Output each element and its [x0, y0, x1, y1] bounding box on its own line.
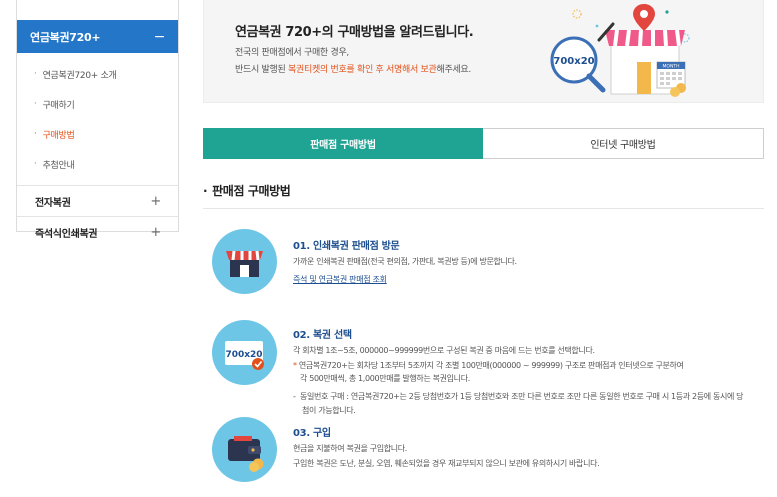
section-title-text: 판매점 구매방법 — [212, 184, 291, 198]
banner-description: 전국의 판매점에서 구매한 경우, — [235, 48, 349, 58]
sidebar-subitem-label: 연금복권720+ 소개 — [42, 70, 117, 81]
step-2-note-cont: 각 500만매씩, 총 1,000만매를 발행하는 복권입니다. — [300, 374, 470, 383]
bullet-icon: · — [34, 99, 37, 109]
step-2-note-text: 연금복권720+는 회차당 1조부터 5조까지 각 조별 100만매(00000… — [298, 361, 684, 370]
intro-banner: 연금복권 720+의 구매방법을 알려드립니다. 전국의 판매점에서 구매한 경… — [203, 0, 764, 103]
step-2-title: 02. 복권 선택 — [293, 330, 352, 341]
expand-icon[interactable]: + — [150, 194, 161, 209]
sidebar-submenu: · 연금복권720+ 소개 · 구매하기 · 구매방법 · 추첨안내 — [17, 53, 178, 185]
expand-icon[interactable]: + — [150, 225, 161, 240]
sidebar-subitem-purchase[interactable]: · 구매하기 — [17, 89, 178, 119]
bullet-icon: · — [34, 69, 37, 79]
store-icon — [212, 229, 277, 294]
step-2-same-number-cont: 첨이 가능합니다. — [302, 406, 356, 415]
step-2-text: 각 회차별 1조~5조, 000000~999999번으로 구성된 복권 중 마… — [293, 346, 595, 355]
tab-store-purchase[interactable]: 판매점 구매방법 — [203, 128, 483, 159]
banner-notice-post: 해주세요. — [436, 65, 471, 75]
step-2-same-number: - 동일번호 구매 : 연금복권720+는 2등 당첨번호가 1등 당첨번호와 … — [293, 391, 744, 402]
banner-notice-highlight: 복권티켓의 번호를 확인 후 서명해서 보관 — [288, 65, 437, 75]
sidebar-item-label: 연금복권720+ — [30, 30, 101, 44]
wallet-icon — [212, 417, 277, 482]
sidebar-subitem-label: 구매하기 — [42, 100, 75, 111]
bullet-icon: · — [34, 159, 37, 169]
banner-notice: 반드시 발행된 복권티켓의 번호를 확인 후 서명해서 보관해주세요. — [235, 62, 471, 75]
sidebar-item-pension-lottery[interactable]: 연금복권720+ − — [17, 20, 178, 53]
banner-notice-pre: 반드시 발행된 — [235, 65, 289, 75]
purchase-tabs: 판매점 구매방법 인터넷 구매방법 — [203, 128, 764, 159]
bullet-icon: · — [34, 129, 37, 139]
step-3-title: 03. 구입 — [293, 428, 331, 439]
sidebar-subitem-intro[interactable]: · 연금복권720+ 소개 — [17, 59, 178, 89]
sidebar-item-instant-lottery[interactable]: 즉석식인쇄복권 + — [17, 216, 178, 247]
sidebar-item-label: 즉석식인쇄복권 — [35, 228, 98, 240]
step-2-note: * 연금복권720+는 회차당 1조부터 5조까지 각 조별 100만매(000… — [293, 360, 684, 371]
dash-mark: - — [293, 392, 296, 401]
note-mark: * — [293, 361, 297, 370]
section-title: · 판매점 구매방법 — [203, 182, 291, 199]
sidebar-subitem-label: 추첨안내 — [42, 160, 75, 171]
sidebar-subitem-label: 구매방법 — [42, 130, 75, 141]
sidebar-item-label: 전자복권 — [35, 197, 71, 209]
step-3-notice: 구입한 복권은 도난, 분실, 오염, 훼손되었을 경우 재교부되지 않으니 보… — [293, 459, 600, 468]
sidebar-top-spacer — [17, 0, 178, 20]
section-divider — [203, 208, 764, 209]
step-1-text: 가까운 인쇄복권 판매점(전국 편의점, 가판대, 복권방 등)에 방문합니다. — [293, 257, 517, 266]
sidebar-item-electronic-lottery[interactable]: 전자복권 + — [17, 185, 178, 216]
collapse-icon[interactable]: − — [154, 29, 166, 45]
sidebar-nav: 연금복권720+ − · 연금복권720+ 소개 · 구매하기 · 구매방법 · 추첨안… — [16, 0, 179, 240]
svg-text:MONTH: MONTH — [663, 64, 680, 70]
ticket-select-icon: 700x20 — [212, 320, 277, 385]
banner-title: 연금복권 720+의 구매방법을 알려드립니다. — [235, 25, 474, 40]
tab-internet-purchase[interactable]: 인터넷 구매방법 — [483, 128, 764, 159]
step-1-title: 01. 인쇄복권 판매점 방문 — [293, 241, 400, 252]
step-3-text: 현금을 지불하여 복권을 구입합니다. — [293, 444, 407, 453]
bullet-icon: · — [203, 184, 208, 198]
store-search-link[interactable]: 즉석 및 연금복권 판매점 조회 — [293, 274, 387, 285]
sidebar-subitem-how-to-buy[interactable]: · 구매방법 — [17, 119, 178, 149]
svg-text:700x20: 700x20 — [553, 56, 594, 67]
step-2-same-number-text: 동일번호 구매 : 연금복권720+는 2등 당첨번호가 1등 당첨번호와 조만… — [299, 392, 744, 401]
sidebar-subitem-draw-info[interactable]: · 추첨안내 — [17, 149, 178, 179]
store-illustration-icon: MONTH 700x20 — [550, 4, 690, 97]
